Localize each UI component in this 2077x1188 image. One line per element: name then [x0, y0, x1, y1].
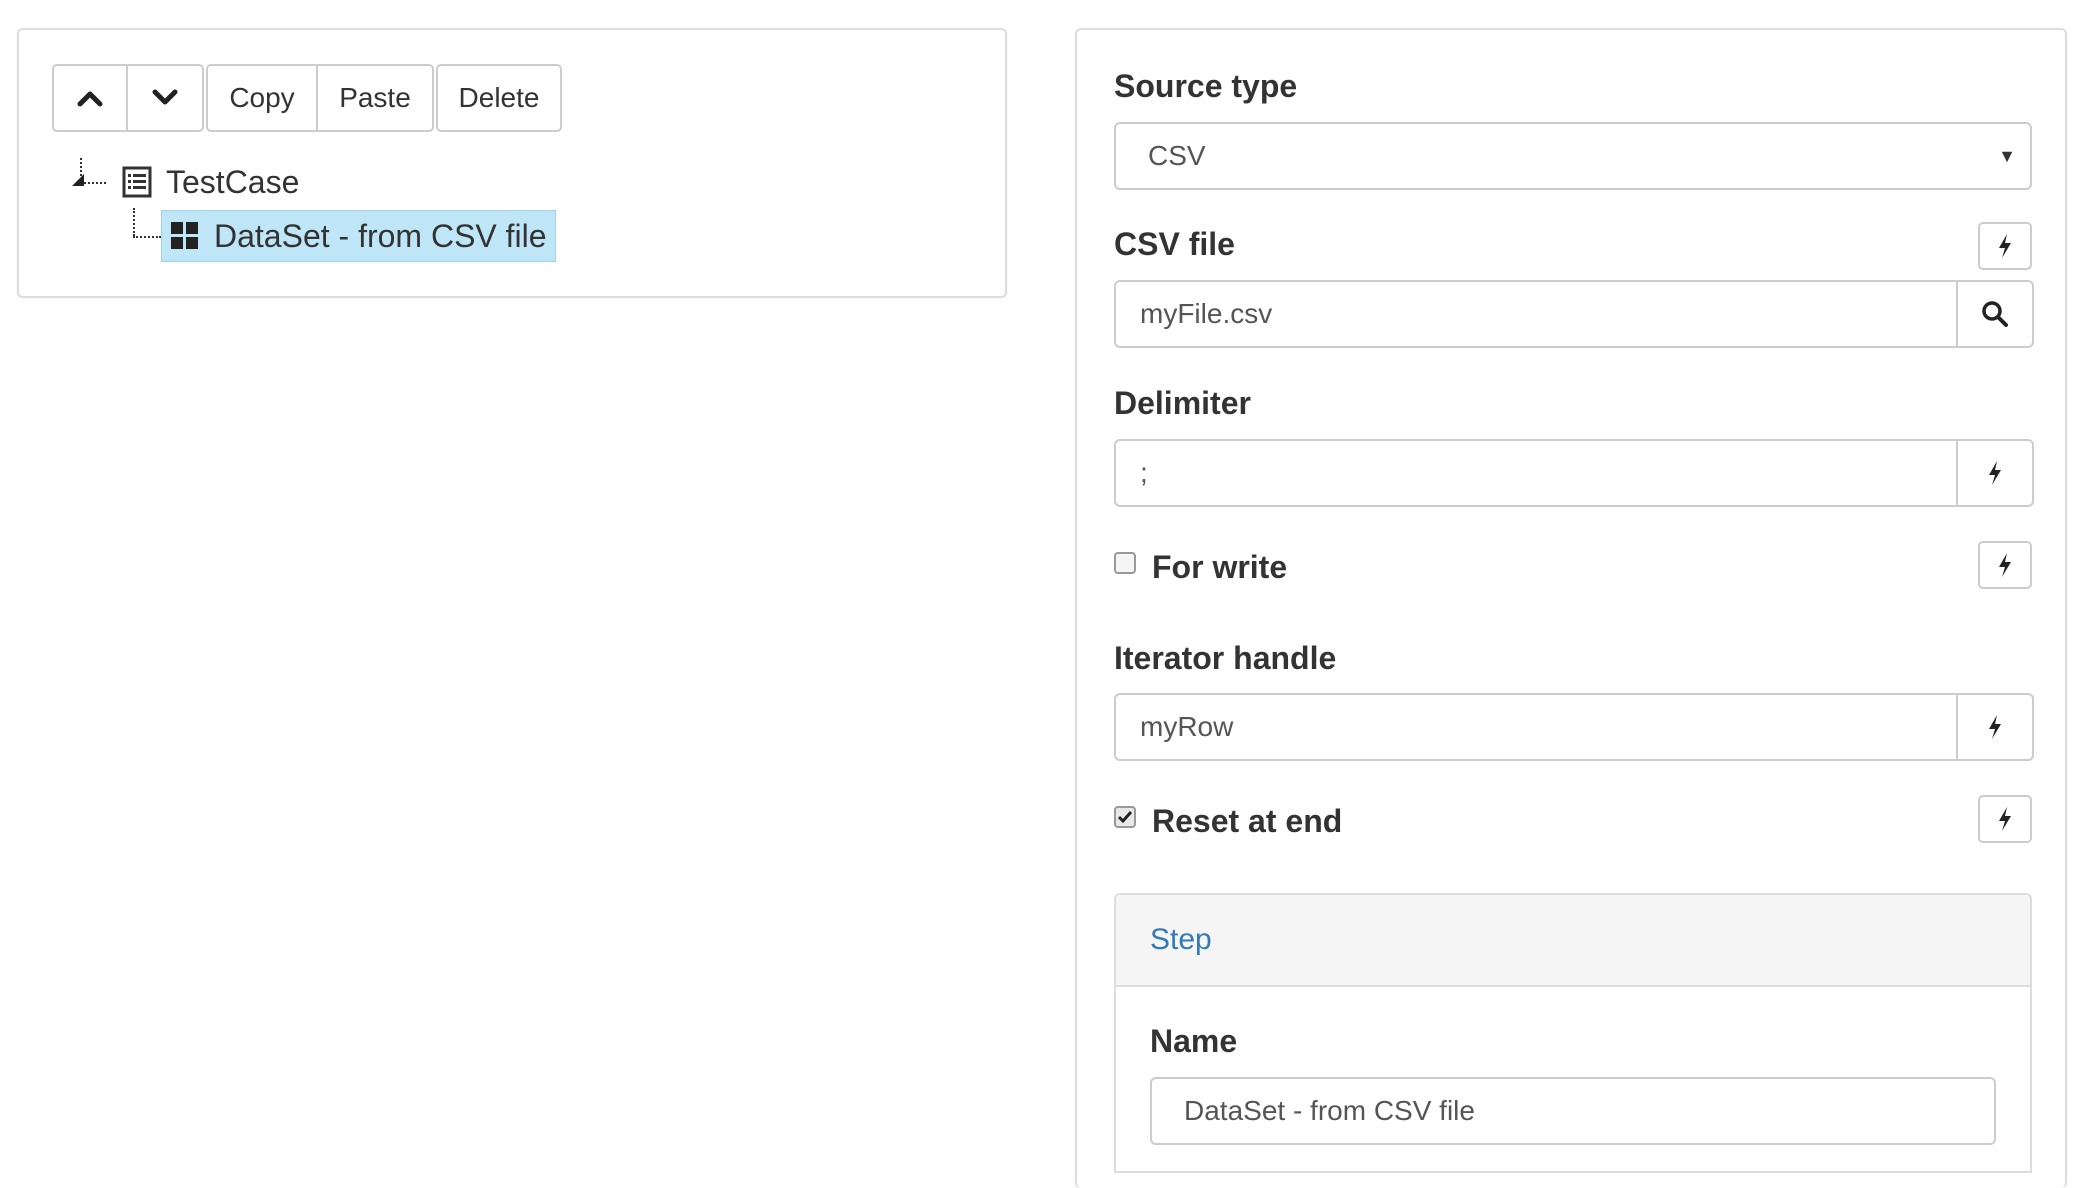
for-write-expression-button[interactable] [1978, 541, 2032, 589]
bolt-icon [1989, 715, 2001, 739]
tree-node-testcase[interactable]: TestCase [122, 160, 299, 204]
paste-button[interactable]: Paste [316, 64, 434, 132]
move-down-button[interactable] [126, 64, 204, 132]
step-name-label: Name [1150, 1023, 1238, 1059]
search-icon [1982, 301, 2008, 327]
csv-file-expression-button[interactable] [1978, 222, 2032, 270]
bolt-icon [1999, 807, 2011, 831]
tree-node-label: TestCase [166, 163, 300, 200]
iterator-handle-input[interactable]: myRow [1114, 693, 1958, 761]
bolt-icon [1999, 553, 2011, 577]
delimiter-label: Delimiter [1114, 385, 1251, 421]
clipboard-button-group: Copy Paste [206, 64, 434, 132]
step-header[interactable]: Step [1116, 895, 2030, 987]
reset-at-end-label: Reset at end [1152, 803, 1343, 839]
tree-connector [133, 208, 136, 236]
tree-connector [133, 236, 161, 239]
csv-file-label: CSV file [1114, 226, 1235, 262]
csv-file-input[interactable]: myFile.csv [1114, 280, 1958, 348]
tree-expander-icon [72, 174, 84, 186]
source-type-label: Source type [1114, 68, 1298, 104]
iterator-handle-expression-button[interactable] [1956, 693, 2034, 761]
move-up-button[interactable] [52, 64, 128, 132]
copy-button[interactable]: Copy [206, 64, 318, 132]
delimiter-input[interactable]: ; [1114, 439, 1958, 507]
for-write-label: For write [1152, 549, 1288, 585]
checkmark-icon [1117, 811, 1133, 824]
browse-file-button[interactable] [1956, 280, 2034, 348]
bolt-icon [1989, 461, 2001, 485]
chevron-down-icon [152, 89, 178, 105]
source-type-select[interactable]: CSV ▼ [1114, 122, 2032, 190]
step-name-input[interactable]: DataSet - from CSV file [1150, 1077, 1996, 1145]
tree-node-dataset[interactable]: DataSet - from CSV file [161, 210, 556, 262]
bolt-icon [1999, 234, 2011, 258]
iterator-handle-label: Iterator handle [1114, 640, 1337, 676]
reset-at-end-expression-button[interactable] [1978, 795, 2032, 843]
chevron-up-icon [77, 91, 103, 107]
delete-button[interactable]: Delete [436, 64, 562, 132]
step-title: Step [1150, 923, 1212, 956]
for-write-checkbox[interactable] [1114, 552, 1136, 574]
tree-node-label: DataSet - from CSV file [214, 217, 547, 254]
source-type-value: CSV [1148, 140, 1206, 171]
move-button-group [52, 64, 204, 132]
reset-at-end-checkbox[interactable] [1114, 806, 1136, 828]
grid-icon [170, 221, 200, 251]
delimiter-expression-button[interactable] [1956, 439, 2034, 507]
chevron-down-icon: ▼ [1998, 146, 2016, 166]
list-icon [122, 166, 152, 198]
tree-toolbar: Copy Paste Delete [52, 64, 562, 132]
